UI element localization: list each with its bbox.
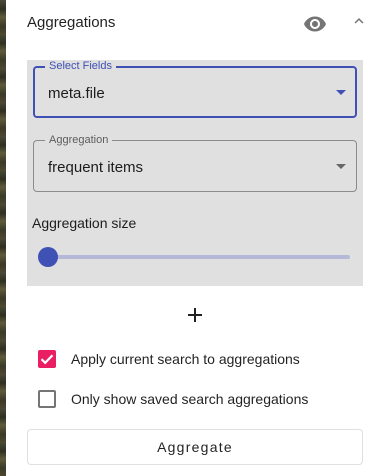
check-icon [40,354,54,365]
apply-current-search-checkbox[interactable] [38,350,56,368]
select-fields-label: Select Fields [45,60,116,72]
only-saved-search-checkbox[interactable] [38,390,56,408]
aggregate-button[interactable]: Aggregate [27,429,363,465]
only-saved-search-label[interactable]: Only show saved search aggregations [71,391,308,407]
aggregation-size-slider-track[interactable] [48,255,350,259]
aggregation-type-dropdown[interactable]: Aggregation frequent items [33,134,357,192]
panel-title: Aggregations [27,14,116,31]
dropdown-arrow-icon [336,90,346,95]
select-fields-value: meta.file [48,85,105,102]
plus-icon[interactable] [186,306,204,324]
background-strip [0,0,6,476]
chevron-up-icon[interactable] [350,12,368,30]
select-fields-dropdown[interactable]: Select Fields meta.file [33,60,357,118]
aggregation-value: frequent items [48,159,144,176]
eye-icon[interactable] [302,12,328,36]
aggregation-label: Aggregation [45,134,113,146]
aggregation-size-slider-thumb[interactable] [38,247,58,267]
apply-current-search-label[interactable]: Apply current search to aggregations [71,351,300,367]
dropdown-arrow-icon [336,164,346,169]
aggregation-size-label: Aggregation size [32,215,137,231]
